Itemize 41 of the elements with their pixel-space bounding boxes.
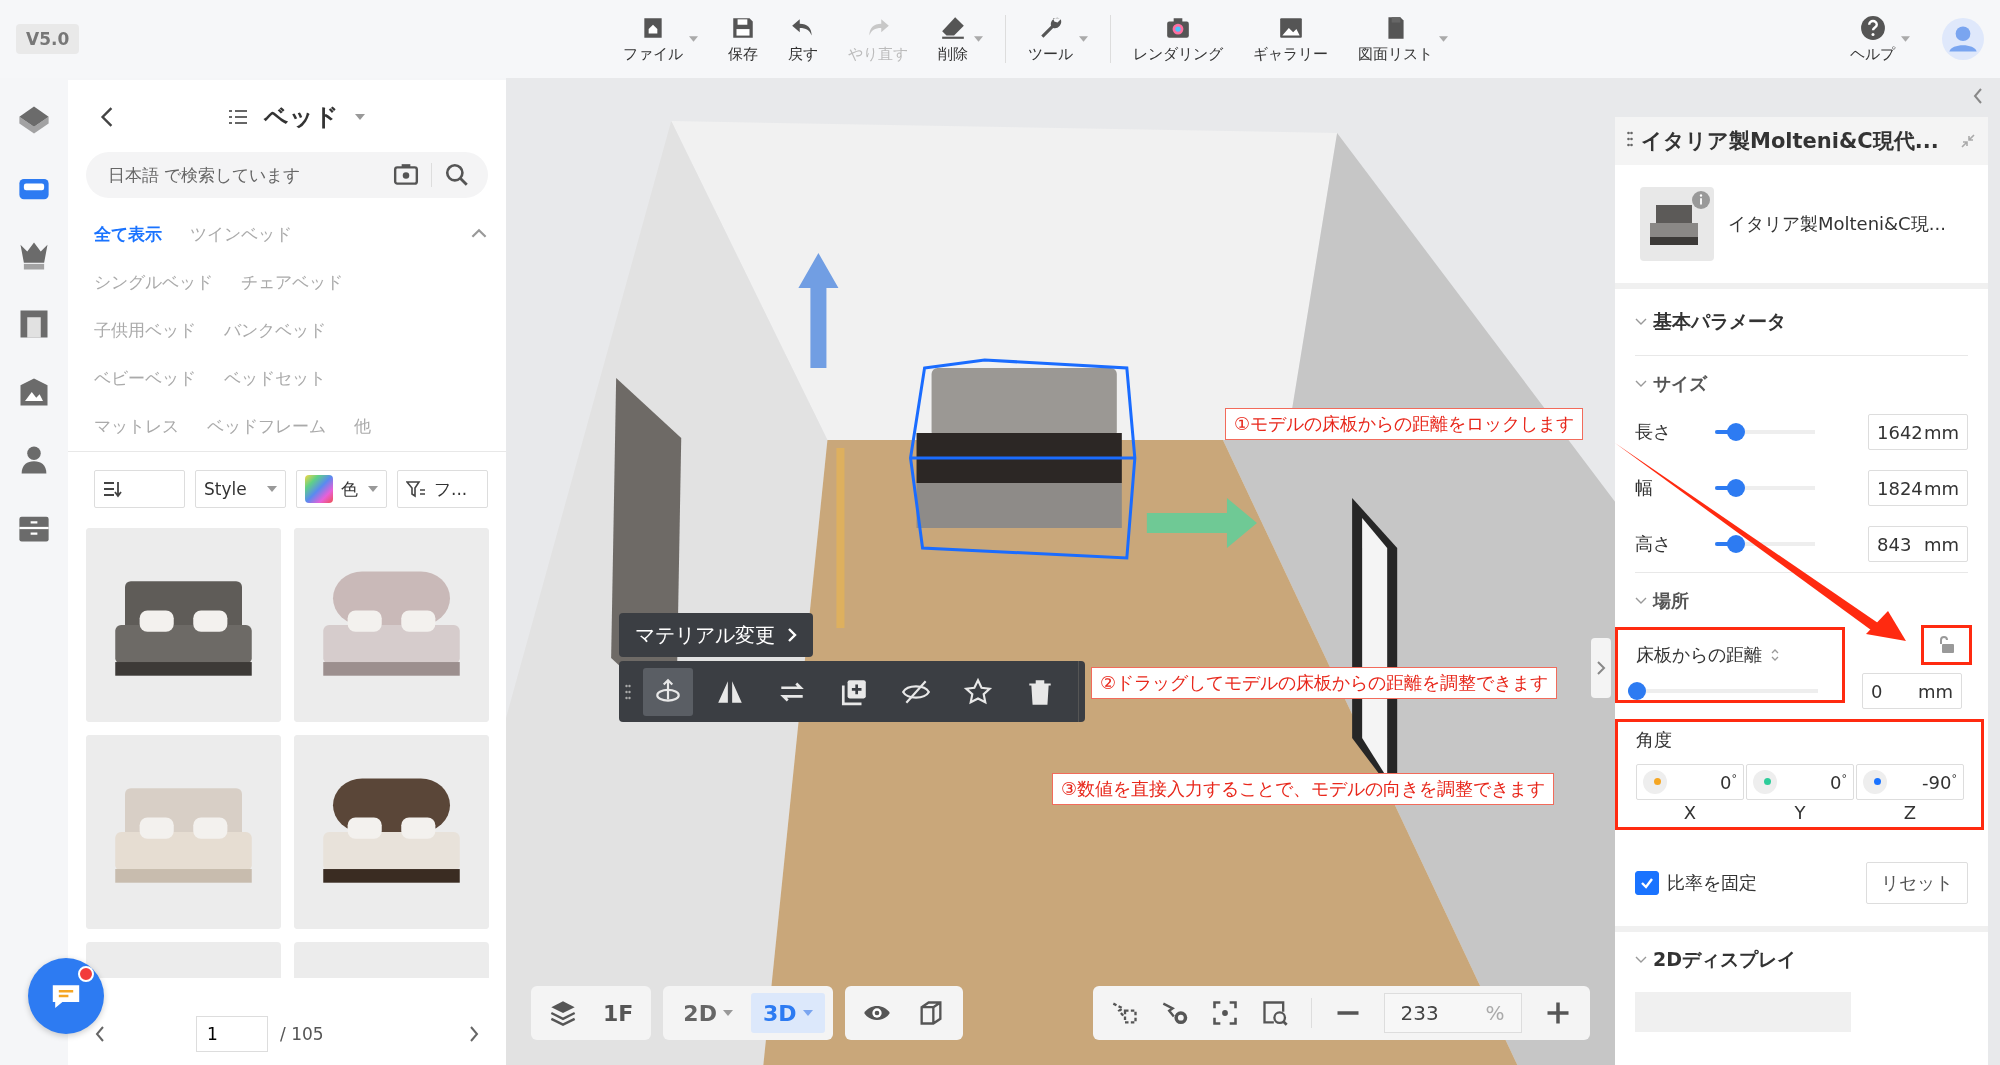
eraser-icon — [940, 14, 967, 41]
search-bar[interactable]: 日本語 で検索しています — [86, 152, 488, 198]
toolbar-button[interactable]: 保存 — [720, 10, 767, 68]
page-total: / 105 — [280, 1024, 324, 1044]
back-icon[interactable] — [100, 106, 114, 128]
style-dropdown[interactable]: Style — [195, 470, 286, 508]
toolbar-button[interactable]: ファイル — [615, 10, 707, 68]
search-field[interactable]: 日本語 で検索しています — [106, 164, 381, 186]
camera-icon[interactable] — [393, 162, 419, 188]
dropdown-caret-icon — [689, 36, 699, 42]
version-badge: V5.0 — [16, 24, 80, 54]
toolbar-button[interactable]: レンダリング — [1125, 10, 1232, 68]
next-page-icon[interactable] — [468, 1024, 480, 1044]
help-icon — [1859, 14, 1886, 41]
toolbar-button[interactable]: ギャラリー — [1245, 10, 1337, 68]
sort-icon — [103, 479, 123, 499]
page-field[interactable]: 1 — [196, 1016, 268, 1052]
toolbar-button[interactable]: ツール — [1020, 10, 1097, 68]
help-button[interactable]: ヘルプ — [1842, 10, 1918, 68]
dropdown-caret-icon — [1079, 36, 1089, 42]
color-dropdown[interactable]: 色 — [296, 470, 387, 508]
toolbar-button[interactable]: 戻す — [780, 10, 827, 68]
toolbar-button[interactable]: 図面リスト — [1350, 10, 1457, 68]
chat-button[interactable] — [28, 958, 104, 1034]
category-tab[interactable]: 全て表示 — [94, 220, 162, 249]
collapse-icon[interactable] — [470, 228, 488, 239]
filter-button[interactable]: フ... — [397, 470, 488, 508]
color-swatch-icon — [305, 475, 333, 503]
filter-icon — [406, 479, 426, 499]
category-dropdown[interactable]: ベッド — [222, 100, 371, 134]
dropdown-caret-icon — [1439, 36, 1449, 42]
dropdown-caret-icon — [1901, 36, 1910, 42]
search-icon[interactable] — [444, 162, 470, 188]
dropdown-caret-icon — [267, 486, 277, 492]
previous-page-icon[interactable] — [94, 1024, 106, 1044]
sort-button[interactable] — [94, 470, 185, 508]
dropdown-caret-icon — [368, 486, 378, 492]
list-icon — [228, 109, 248, 125]
dropdown-caret-icon — [974, 36, 984, 42]
toolbar-button[interactable]: 削除 — [930, 10, 992, 68]
dropdown-caret-icon — [355, 114, 365, 120]
